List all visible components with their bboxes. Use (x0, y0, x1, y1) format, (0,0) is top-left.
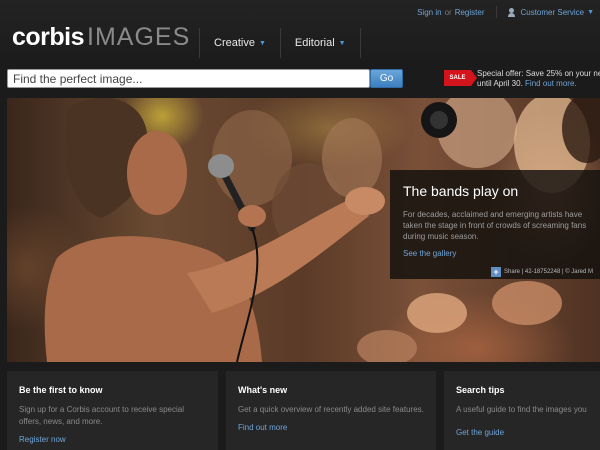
corbis-logo[interactable]: corbis IMAGES (12, 22, 190, 52)
nav-editorial[interactable]: Editorial ▼ (279, 28, 361, 58)
or-text: or (444, 7, 452, 17)
main-nav: Creative ▼ Editorial ▼ (199, 28, 361, 58)
panel-search-tips: Search tips A useful guide to find the i… (444, 371, 600, 450)
plus-icon[interactable]: + (491, 267, 501, 277)
see-gallery-link[interactable]: See the gallery (403, 249, 456, 258)
find-out-more-link[interactable]: Find out more (238, 423, 287, 432)
account-links: Sign in or Register Customer Service ▼ (417, 6, 600, 18)
promo-line-2: until April 30. Find out more. (477, 79, 600, 89)
promo-link[interactable]: Find out more. (525, 79, 577, 88)
logo-suffix: IMAGES (87, 23, 191, 51)
get-the-guide-link[interactable]: Get the guide (456, 428, 504, 437)
nav-editorial-label: Editorial (294, 37, 335, 49)
chevron-down-icon: ▼ (338, 39, 346, 47)
hero-title: The bands play on (403, 183, 519, 199)
photographer-credit: © Jared M (565, 269, 593, 275)
divider (496, 6, 498, 18)
panel-text: Get a quick overview of recently added s… (238, 405, 424, 414)
hero-caption-panel: The bands play on For decades, acclaimed… (390, 170, 600, 279)
share-link[interactable]: Share (504, 269, 520, 275)
hero-description: For decades, acclaimed and emerging arti… (403, 210, 587, 241)
nav-creative[interactable]: Creative ▼ (199, 28, 280, 58)
image-id: 42-18752248 (524, 269, 561, 275)
user-icon (507, 7, 516, 17)
hero-banner[interactable]: The bands play on For decades, acclaimed… (7, 98, 600, 362)
panel-title: Be the first to know (19, 385, 103, 395)
panel-text: A useful guide to find the images you n (456, 405, 588, 414)
site-header: corbis IMAGES Creative ▼ Editorial ▼ Sign… (0, 0, 600, 60)
panel-title: Search tips (456, 385, 505, 395)
panel-signup: Be the first to know Sign up for a Corbi… (7, 371, 218, 450)
panel-title: What's new (238, 385, 288, 395)
register-link[interactable]: Register (455, 8, 485, 17)
sale-badge: SALE (444, 70, 477, 86)
credit-separator: | (521, 269, 524, 275)
chevron-down-icon: ▼ (258, 39, 266, 47)
panel-whats-new: What's new Get a quick overview of recen… (226, 371, 436, 450)
promo-line-2-text: until April 30. (477, 79, 523, 88)
promo-text: Special offer: Save 25% on your next o u… (477, 69, 600, 89)
panel-text: Sign up for a Corbis account to receive … (19, 405, 184, 426)
chevron-down-icon[interactable]: ▼ (587, 9, 594, 16)
search-input[interactable] (7, 69, 370, 88)
customer-service-link[interactable]: Customer Service (520, 8, 584, 17)
go-button[interactable]: Go (370, 69, 403, 88)
nav-creative-label: Creative (214, 37, 255, 49)
image-credit-bar: + Share | 42-18752248 | © Jared M (491, 266, 593, 278)
promo-line-1: Special offer: Save 25% on your next o (477, 69, 600, 78)
register-now-link[interactable]: Register now (19, 435, 66, 444)
credit-separator: | (561, 269, 564, 275)
logo-brand: corbis (12, 23, 85, 51)
sign-in-link[interactable]: Sign in (417, 8, 441, 17)
